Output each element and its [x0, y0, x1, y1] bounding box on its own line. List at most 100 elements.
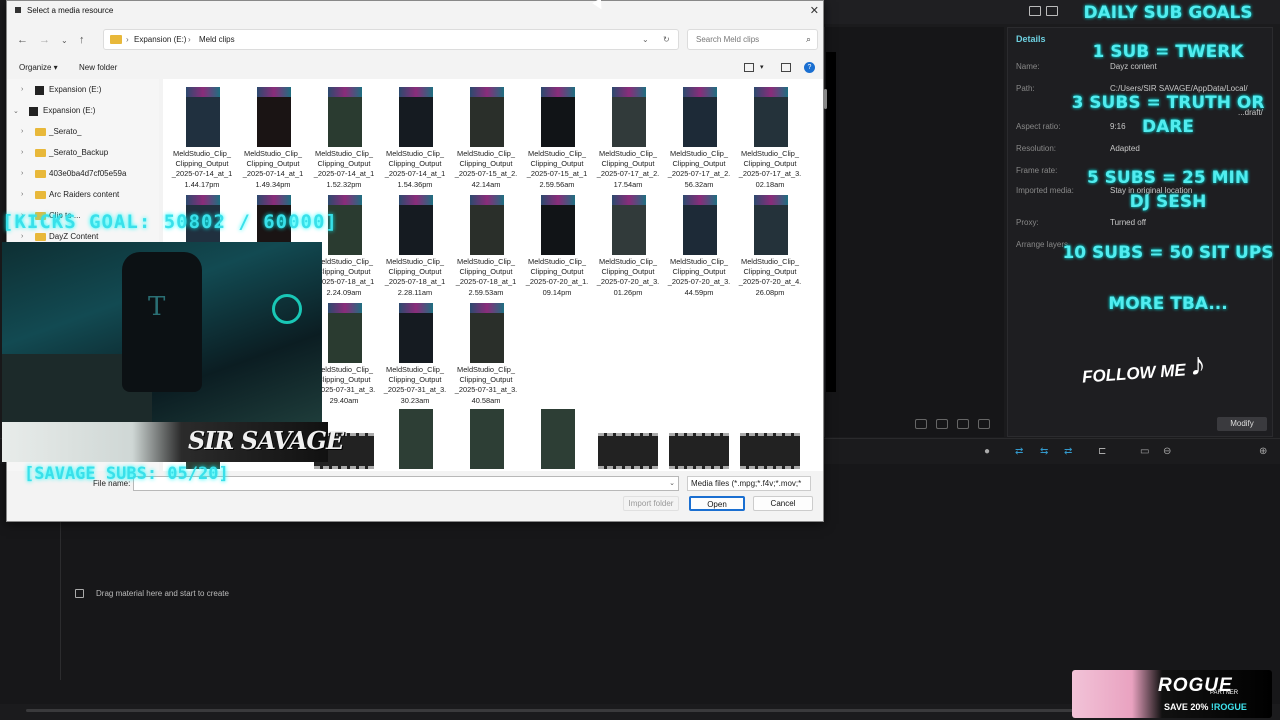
file-name: MeldStudio_Clip_ Clipping_Output _2025-0…: [455, 257, 517, 297]
tree-expand-chevron-icon[interactable]: ›: [21, 233, 23, 240]
file-list-scrollbar[interactable]: [824, 89, 827, 109]
up-icon[interactable]: ↑: [79, 34, 85, 46]
video-thumbnail[interactable]: [470, 409, 504, 469]
thumbnail-header: [683, 195, 717, 205]
thumbnail-header: [399, 87, 433, 97]
zoom-fit-icon[interactable]: [936, 419, 948, 429]
video-thumbnail: [612, 87, 646, 147]
snap-icon[interactable]: ⇄: [1064, 447, 1076, 457]
folder-icon: [35, 233, 46, 241]
file-item[interactable]: MeldStudio_Clip_ Clipping_Output _2025-0…: [595, 83, 661, 189]
nav-tree-item[interactable]: 403e0ba4d7cf05e59a: [49, 169, 126, 178]
file-name-dropdown-icon[interactable]: ⌄: [669, 479, 675, 487]
file-name: MeldStudio_Clip_ Clipping_Output _2025-0…: [667, 257, 731, 297]
nav-tree-item[interactable]: _Serato_: [49, 127, 81, 136]
refresh-icon[interactable]: ↻: [663, 35, 670, 44]
film-icon: [75, 589, 84, 598]
forward-icon[interactable]: →: [39, 34, 50, 46]
file-item[interactable]: MeldStudio_Clip_ Clipping_Output _2025-0…: [169, 83, 235, 189]
breadcrumb-folder[interactable]: Meld clips: [199, 35, 235, 44]
close-icon[interactable]: ✕: [810, 4, 819, 17]
search-input[interactable]: Search Meld clips: [696, 35, 759, 44]
tree-expand-chevron-icon[interactable]: ⌄: [13, 107, 19, 115]
open-button[interactable]: Open: [689, 496, 745, 511]
cancel-button[interactable]: Cancel: [753, 496, 813, 511]
crop-icon[interactable]: [915, 419, 927, 429]
microphone-icon[interactable]: ●: [984, 447, 996, 457]
tree-expand-chevron-icon[interactable]: ›: [21, 86, 23, 93]
nav-tree-item[interactable]: Expansion (E:): [49, 85, 101, 94]
tree-expand-chevron-icon[interactable]: ›: [21, 191, 23, 198]
thumbnail-header: [612, 195, 646, 205]
address-bar[interactable]: › Expansion (E:) › Meld clips ⌄ ↻: [103, 29, 679, 50]
ratio-icon[interactable]: [957, 419, 969, 429]
zoom-in-icon[interactable]: ⊕: [1259, 447, 1271, 457]
magnet-icon[interactable]: ⇆: [1040, 447, 1052, 457]
organize-button[interactable]: Organize ▾: [19, 63, 58, 72]
file-item[interactable]: MeldStudio_Clip_ Clipping_Output _2025-0…: [737, 83, 803, 189]
breadcrumb-drive[interactable]: Expansion (E:): [134, 35, 186, 44]
nav-tree-item[interactable]: DayZ Content: [49, 232, 98, 241]
file-item[interactable]: MeldStudio_Clip_ Clipping_Output _2025-0…: [453, 191, 519, 297]
file-item[interactable]: MeldStudio_Clip_ Clipping_Output _2025-0…: [666, 83, 732, 189]
file-item[interactable]: MeldStudio_Clip_ Clipping_Output _2025-0…: [382, 83, 448, 189]
detail-label: Frame rate:: [1016, 166, 1058, 175]
address-dropdown-icon[interactable]: ⌄: [642, 35, 649, 44]
thumbnail-header: [186, 195, 220, 205]
drag-hint: Drag material here and start to create: [96, 589, 229, 598]
file-item[interactable]: MeldStudio_Clip_ Clipping_Output _2025-0…: [524, 191, 590, 297]
file-item[interactable]: MeldStudio_Clip_ Clipping_Output _2025-0…: [524, 83, 590, 189]
file-item[interactable]: MeldStudio_Clip_ Clipping_Output _2025-0…: [595, 191, 661, 297]
thumbnail-header: [399, 195, 433, 205]
modify-button[interactable]: Modify: [1217, 417, 1267, 431]
rogue-partner-label: PARTNER: [1210, 690, 1239, 696]
nav-tree-item[interactable]: Arc Raiders content: [49, 190, 119, 199]
rogue-promo: SAVE 20% !ROGUE: [1164, 702, 1247, 712]
file-item[interactable]: MeldStudio_Clip_ Clipping_Output _2025-0…: [240, 83, 306, 189]
preview-axis-icon[interactable]: ▭: [1140, 447, 1152, 457]
thumbnail-header: [328, 303, 362, 313]
fullscreen-icon[interactable]: [978, 419, 990, 429]
folder-icon: [110, 35, 122, 44]
video-file-icon[interactable]: [598, 433, 658, 469]
file-name: MeldStudio_Clip_ Clipping_Output _2025-0…: [738, 257, 802, 297]
search-box[interactable]: Search Meld clips ⌕: [687, 29, 818, 50]
dialog-title-bar: Select a media resource: [15, 6, 113, 15]
file-item[interactable]: MeldStudio_Clip_ Clipping_Output _2025-0…: [737, 191, 803, 297]
import-folder-button[interactable]: Import folder: [623, 496, 679, 511]
nav-tree-item[interactable]: _Serato_Backup: [49, 148, 108, 157]
file-item[interactable]: MeldStudio_Clip_ Clipping_Output _2025-0…: [311, 83, 377, 189]
file-item[interactable]: MeldStudio_Clip_ Clipping_Output _2025-0…: [453, 83, 519, 189]
player-video: [826, 52, 836, 392]
video-thumbnail[interactable]: [399, 409, 433, 469]
video-thumbnail[interactable]: [541, 409, 575, 469]
preview-pane-icon[interactable]: [781, 63, 791, 72]
tree-expand-chevron-icon[interactable]: ›: [21, 128, 23, 135]
tree-expand-chevron-icon[interactable]: ›: [21, 149, 23, 156]
search-icon: ⌕: [805, 34, 811, 44]
video-file-icon[interactable]: [740, 433, 800, 469]
video-file-icon[interactable]: [669, 433, 729, 469]
help-icon[interactable]: ?: [804, 62, 815, 73]
file-item[interactable]: MeldStudio_Clip_ Clipping_Output _2025-0…: [382, 191, 448, 297]
file-name: MeldStudio_Clip_ Clipping_Output _2025-0…: [667, 149, 731, 189]
file-item[interactable]: MeldStudio_Clip_ Clipping_Output _2025-0…: [666, 191, 732, 297]
detail-label: Path:: [1016, 84, 1035, 93]
file-item[interactable]: MeldStudio_Clip_ Clipping_Output _2025-0…: [453, 299, 519, 405]
video-thumbnail: [186, 87, 220, 147]
recent-chevron-icon[interactable]: ⌄: [61, 36, 68, 45]
timeline-track[interactable]: [60, 520, 1280, 680]
link-icon[interactable]: ⇄: [1015, 447, 1027, 457]
zoom-out-icon[interactable]: ⊖: [1163, 447, 1175, 457]
layout-icon[interactable]: [1029, 6, 1041, 16]
goal-item: DJ SESH: [1129, 192, 1207, 212]
view-chevron-icon[interactable]: ▾: [760, 63, 764, 71]
file-item[interactable]: MeldStudio_Clip_ Clipping_Output _2025-0…: [382, 299, 448, 405]
back-icon[interactable]: ←: [17, 34, 28, 46]
nav-tree-item[interactable]: Expansion (E:): [43, 106, 95, 115]
view-options-icon[interactable]: [744, 63, 754, 72]
file-type-select[interactable]: Media files (*.mpg;*.f4v;*.mov;*: [687, 476, 811, 491]
new-folder-button[interactable]: New folder: [79, 63, 117, 72]
tree-expand-chevron-icon[interactable]: ›: [21, 170, 23, 177]
split-icon[interactable]: ⊏: [1098, 447, 1110, 457]
